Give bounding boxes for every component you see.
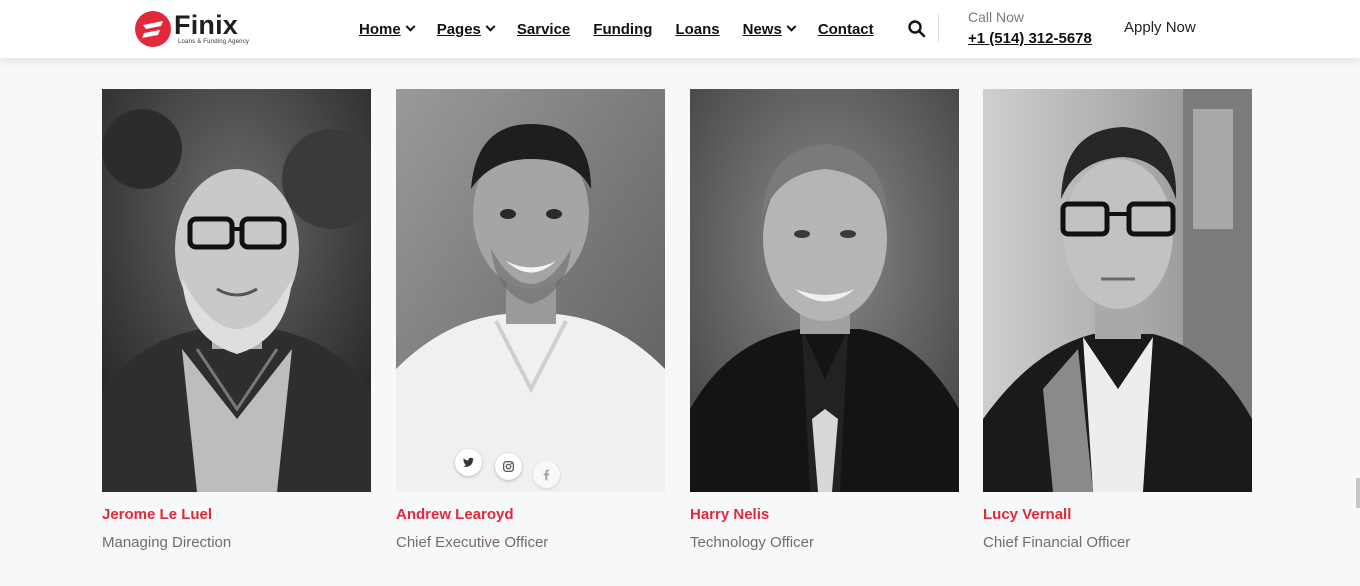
brand-logo[interactable]: Finix Loans & Funding Agency bbox=[134, 10, 264, 48]
main-nav: Home Pages Sarvice Funding Loans News Co… bbox=[359, 19, 897, 39]
member-name[interactable]: Jerome Le Luel bbox=[102, 506, 212, 523]
brand-tagline: Loans & Funding Agency bbox=[178, 39, 250, 45]
member-role: Managing Direction bbox=[102, 534, 232, 551]
member-photo[interactable] bbox=[690, 89, 959, 492]
member-photo[interactable] bbox=[396, 89, 665, 492]
nav-item-news[interactable]: News bbox=[742, 20, 797, 38]
nav-item-label: Loans bbox=[675, 20, 720, 38]
portrait-image bbox=[396, 89, 665, 492]
member-role: Chief Executive Officer bbox=[396, 534, 549, 551]
nav-item-pages[interactable]: Pages bbox=[436, 20, 496, 38]
facebook-icon bbox=[543, 469, 550, 481]
apply-now-button[interactable]: Apply Now bbox=[1124, 19, 1196, 36]
brand-name: Finix bbox=[174, 10, 239, 40]
site-header: Finix Loans & Funding Agency Home Pages … bbox=[0, 0, 1360, 58]
search-icon bbox=[908, 20, 926, 38]
nav-item-label: Sarvice bbox=[516, 20, 571, 38]
member-name[interactable]: Andrew Learoyd bbox=[396, 506, 514, 523]
twitter-link[interactable] bbox=[455, 449, 482, 476]
member-photo[interactable] bbox=[102, 89, 371, 492]
social-links bbox=[455, 447, 565, 488]
facebook-link[interactable] bbox=[533, 461, 560, 488]
nav-item-label: News bbox=[742, 20, 782, 38]
nav-item-contact[interactable]: Contact bbox=[818, 21, 874, 38]
chevron-down-icon bbox=[786, 21, 797, 32]
chevron-down-icon bbox=[485, 21, 496, 32]
nav-item-label: Funding bbox=[593, 20, 653, 38]
nav-item-funding[interactable]: Funding bbox=[593, 21, 652, 38]
twitter-icon bbox=[462, 457, 475, 467]
nav-item-label: Pages bbox=[436, 20, 481, 38]
nav-item-home[interactable]: Home bbox=[359, 20, 416, 38]
instagram-icon bbox=[502, 460, 515, 473]
member-role: Chief Financial Officer bbox=[983, 534, 1131, 551]
nav-item-sarvice[interactable]: Sarvice bbox=[517, 21, 570, 38]
portrait-image bbox=[690, 89, 959, 492]
member-role: Technology Officer bbox=[690, 534, 814, 551]
portrait-image bbox=[102, 89, 371, 492]
call-now-label: Call Now bbox=[968, 9, 1025, 25]
search-button[interactable] bbox=[907, 19, 927, 39]
nav-item-loans[interactable]: Loans bbox=[675, 21, 719, 38]
phone-link[interactable]: +1 (514) 312-5678 bbox=[968, 30, 1092, 47]
chevron-down-icon bbox=[405, 21, 416, 32]
team-section: Jerome Le Luel Managing Direction Andrew… bbox=[102, 89, 1252, 559]
member-photo[interactable] bbox=[983, 89, 1252, 492]
member-name[interactable]: Harry Nelis bbox=[690, 506, 769, 523]
nav-item-label: Home bbox=[359, 20, 401, 38]
member-name[interactable]: Lucy Vernall bbox=[983, 506, 1071, 523]
portrait-image bbox=[983, 89, 1252, 492]
instagram-link[interactable] bbox=[495, 453, 522, 480]
nav-item-label: Contact bbox=[817, 20, 874, 38]
finix-logo-icon bbox=[135, 11, 171, 47]
page-scrollbar[interactable] bbox=[1356, 478, 1360, 508]
header-divider bbox=[938, 14, 939, 42]
